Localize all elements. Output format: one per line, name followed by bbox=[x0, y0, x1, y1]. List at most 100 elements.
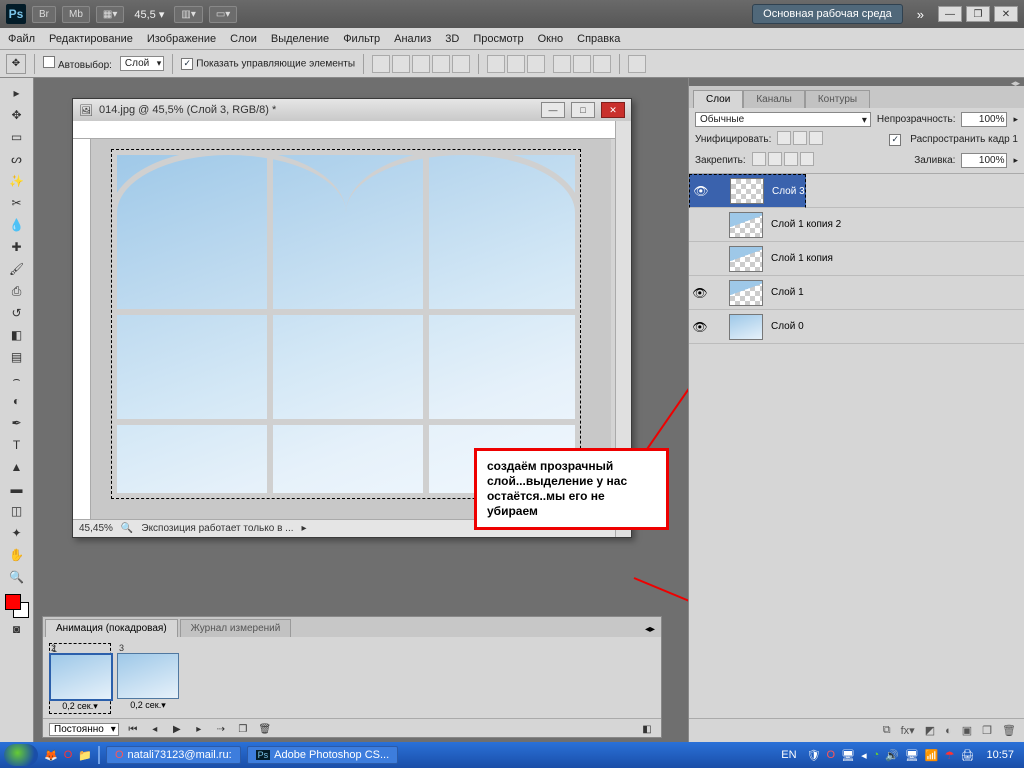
show-transform-checkbox[interactable]: ✓Показать управляющие элементы bbox=[181, 58, 355, 70]
distribute-iconset-2[interactable] bbox=[553, 55, 611, 73]
ruler-vertical[interactable] bbox=[73, 139, 91, 519]
quicklaunch-icon[interactable]: 📁 bbox=[78, 749, 92, 762]
layer-row[interactable]: Слой 1 копия bbox=[689, 242, 1024, 276]
tab-channels[interactable]: Каналы bbox=[743, 90, 805, 108]
layer-thumbnail[interactable] bbox=[729, 314, 763, 340]
color-swatches[interactable] bbox=[5, 594, 29, 618]
tray-icon[interactable]: O bbox=[827, 749, 836, 761]
layer-row[interactable]: 👁 Слой 0 bbox=[689, 310, 1024, 344]
status-zoom[interactable]: 45,45% bbox=[79, 523, 113, 534]
tray-icon[interactable]: 🔊 bbox=[885, 749, 899, 762]
link-layers-icon[interactable]: ⧉ bbox=[883, 724, 891, 737]
window-restore-button[interactable]: ❐ bbox=[966, 6, 990, 22]
frame-prev-icon[interactable]: ◂ bbox=[147, 723, 163, 737]
active-tool-icon[interactable]: ✥ bbox=[6, 54, 26, 74]
brush-tool-icon[interactable]: 🖌 bbox=[4, 258, 30, 280]
lock-icons[interactable] bbox=[752, 152, 816, 169]
visibility-toggle-icon[interactable]: 👁 bbox=[690, 184, 712, 198]
dock-collapse-icon[interactable]: ◂▸ bbox=[689, 78, 1024, 86]
quicklaunch-icon[interactable]: O bbox=[64, 749, 73, 761]
layer-thumbnail[interactable] bbox=[729, 246, 763, 272]
menu-window[interactable]: Окно bbox=[538, 33, 564, 45]
language-indicator[interactable]: EN bbox=[777, 749, 800, 761]
tray-icon[interactable]: 🖥 bbox=[905, 749, 919, 762]
pen-tool-icon[interactable]: ✒ bbox=[4, 412, 30, 434]
unify-icons[interactable] bbox=[777, 131, 825, 148]
distribute-iconset-1[interactable] bbox=[487, 55, 545, 73]
ruler-horizontal[interactable] bbox=[73, 121, 615, 139]
shape-tool-icon[interactable]: ▬ bbox=[4, 478, 30, 500]
animation-frame-1[interactable]: 1 0,2 сек.▾ bbox=[49, 643, 111, 714]
menu-analysis[interactable]: Анализ bbox=[394, 33, 431, 45]
convert-timeline-icon[interactable]: ◧ bbox=[639, 723, 655, 737]
document-titlebar[interactable]: 🖼 014.jpg @ 45,5% (Слой 3, RGB/8) * — □ … bbox=[73, 99, 631, 121]
move-tool-icon[interactable]: ✥ bbox=[4, 104, 30, 126]
layer-row[interactable]: 👁 Слой 1 bbox=[689, 276, 1024, 310]
auto-select-checkbox[interactable]: Автовыбор: bbox=[43, 56, 112, 71]
bridge-button[interactable]: Br bbox=[32, 6, 56, 23]
3d-tool-icon[interactable]: ◫ bbox=[4, 500, 30, 522]
crop-tool-icon[interactable]: ✂ bbox=[4, 192, 30, 214]
frame-delete-icon[interactable]: 🗑 bbox=[257, 723, 273, 737]
delete-layer-icon[interactable]: 🗑 bbox=[1002, 724, 1016, 737]
magic-wand-tool-icon[interactable]: ✨ bbox=[4, 170, 30, 192]
dodge-tool-icon[interactable]: ◐ bbox=[4, 390, 30, 412]
layer-name[interactable]: Слой 1 bbox=[767, 287, 1024, 298]
propagate-frame-checkbox[interactable]: ✓ bbox=[889, 134, 901, 146]
menu-edit[interactable]: Редактирование bbox=[49, 33, 133, 45]
menu-filter[interactable]: Фильтр bbox=[343, 33, 380, 45]
layer-name[interactable]: Слой 3 bbox=[768, 186, 805, 197]
history-brush-tool-icon[interactable]: ↺ bbox=[4, 302, 30, 324]
blend-mode-select[interactable]: Обычные bbox=[695, 112, 871, 127]
tray-icon[interactable]: ◔ bbox=[873, 749, 880, 761]
eyedropper-tool-icon[interactable]: 💧 bbox=[4, 214, 30, 236]
doc-maximize-button[interactable]: □ bbox=[571, 102, 595, 118]
auto-select-target-select[interactable]: Слой bbox=[120, 56, 164, 71]
hand-tool-icon[interactable]: ✋ bbox=[4, 544, 30, 566]
doc-minimize-button[interactable]: — bbox=[541, 102, 565, 118]
adjustment-layer-icon[interactable]: ◐ bbox=[945, 725, 952, 737]
taskbar-task-photoshop[interactable]: PsAdobe Photoshop CS... bbox=[247, 746, 398, 764]
menu-help[interactable]: Справка bbox=[577, 33, 620, 45]
window-minimize-button[interactable]: — bbox=[938, 6, 962, 22]
layer-name[interactable]: Слой 1 копия 2 bbox=[767, 219, 1024, 230]
tray-icon[interactable]: 🛡 bbox=[807, 749, 821, 762]
frame-duplicate-icon[interactable]: ❐ bbox=[235, 723, 251, 737]
3d-camera-tool-icon[interactable]: ✦ bbox=[4, 522, 30, 544]
eraser-tool-icon[interactable]: ◧ bbox=[4, 324, 30, 346]
tray-icon[interactable]: 🖥 bbox=[841, 749, 855, 762]
align-iconset[interactable] bbox=[372, 55, 470, 73]
layer-row[interactable]: Слой 1 копия 2 bbox=[689, 208, 1024, 242]
zoom-tool-icon[interactable]: 🔍 bbox=[4, 566, 30, 588]
status-info[interactable]: Экспозиция работает только в ... bbox=[141, 523, 293, 534]
layer-group-icon[interactable]: ▣ bbox=[962, 724, 972, 737]
tray-icon[interactable]: ☂ bbox=[945, 749, 955, 762]
marquee-tool-icon[interactable]: ▭ bbox=[4, 126, 30, 148]
menu-image[interactable]: Изображение bbox=[147, 33, 216, 45]
lasso-tool-icon[interactable]: ᔕ bbox=[4, 148, 30, 170]
foreground-color-swatch[interactable] bbox=[5, 594, 21, 610]
type-tool-icon[interactable]: T bbox=[4, 434, 30, 456]
tray-icon[interactable]: 🖨 bbox=[961, 749, 975, 762]
fill-input[interactable]: 100% bbox=[961, 153, 1007, 168]
auto-align-icon[interactable] bbox=[628, 55, 646, 73]
tab-layers[interactable]: Слои bbox=[693, 90, 743, 108]
tab-animation[interactable]: Анимация (покадровая) bbox=[45, 619, 178, 637]
menu-view[interactable]: Просмотр bbox=[473, 33, 523, 45]
menu-layer[interactable]: Слои bbox=[230, 33, 257, 45]
opacity-input[interactable]: 100% bbox=[961, 112, 1007, 127]
workspace-more-icon[interactable]: » bbox=[909, 7, 932, 22]
blur-tool-icon[interactable]: ⌢ bbox=[4, 368, 30, 390]
visibility-toggle-icon[interactable]: 👁 bbox=[689, 320, 711, 334]
loop-select[interactable]: Постоянно bbox=[49, 723, 119, 736]
layer-style-icon[interactable]: fx▾ bbox=[901, 724, 915, 737]
collapse-toolbox-icon[interactable]: ▸ bbox=[4, 82, 30, 104]
visibility-toggle-icon[interactable]: 👁 bbox=[689, 286, 711, 300]
layer-thumbnail[interactable] bbox=[729, 212, 763, 238]
frame-play-icon[interactable]: ▶ bbox=[169, 723, 185, 737]
screen-mode-button[interactable]: ▦▾ bbox=[96, 6, 124, 23]
menu-file[interactable]: Файл bbox=[8, 33, 35, 45]
tray-icon[interactable]: ◂ bbox=[861, 749, 867, 762]
path-select-tool-icon[interactable]: ▲ bbox=[4, 456, 30, 478]
quicklaunch-icon[interactable]: 🦊 bbox=[44, 749, 58, 762]
